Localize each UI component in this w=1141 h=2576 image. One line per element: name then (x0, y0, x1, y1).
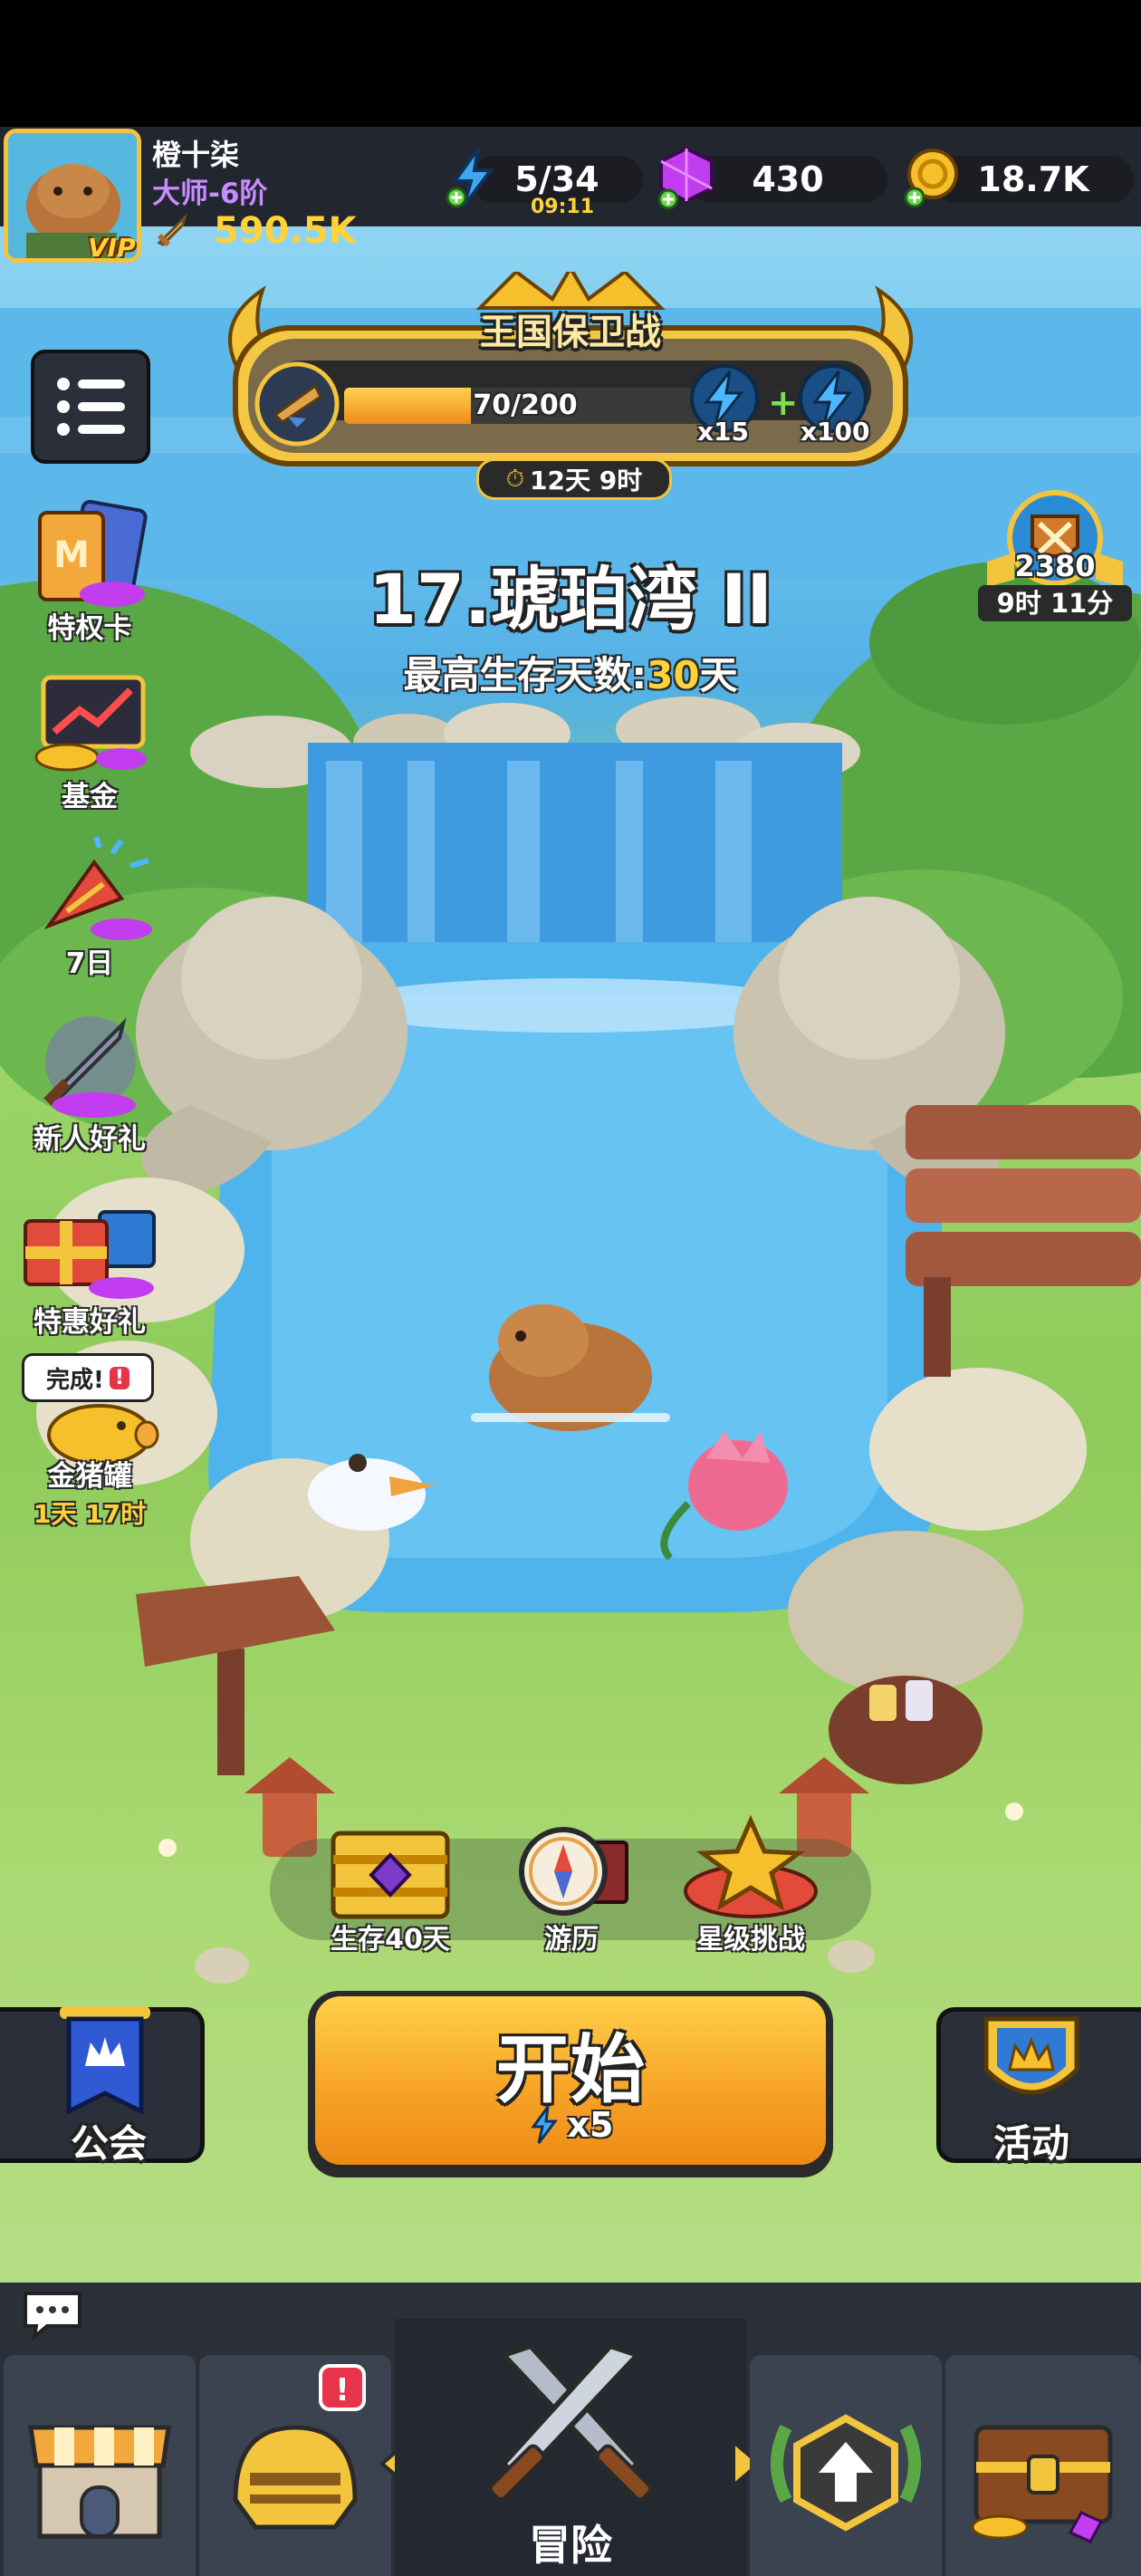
vip-badge: VIP (88, 233, 136, 263)
svg-text:M: M (53, 534, 90, 576)
nav-tab-treasure[interactable] (945, 2355, 1141, 2576)
sword-icon (152, 210, 192, 250)
status-strip (0, 0, 1141, 127)
stage-best-days: 最高生存天数:30天 (254, 645, 887, 700)
sidebar-item-privilege-card[interactable]: M 特权卡 (13, 499, 167, 645)
quick-action-travel[interactable]: 游历 (494, 1815, 648, 1960)
adventure-label: 冒险 (529, 2521, 612, 2570)
sidebar-item-label: 7日 (65, 947, 114, 980)
treasure-chest-icon (971, 2425, 1113, 2543)
event-progress-text: 70/200 (473, 389, 578, 421)
piggy-timer: 1天 17时 (33, 1499, 147, 1529)
fund-chart-icon (34, 675, 147, 772)
treasure-gate-icon (331, 1831, 450, 1919)
nav-tab-hero[interactable]: ! (199, 2355, 391, 2576)
start-button[interactable]: 开始 x5 (308, 1991, 833, 2177)
quick-action-label: 游历 (544, 1924, 599, 1956)
party-popper-icon (43, 836, 152, 940)
activity-button[interactable]: 活动 (936, 2007, 1141, 2166)
helmet-icon (233, 2425, 358, 2530)
quick-action-label: 星级挑战 (696, 1924, 805, 1956)
gift-box-icon (24, 1210, 156, 1299)
guild-label: 公会 (70, 2121, 147, 2166)
arena-score: 2380 (1014, 549, 1096, 583)
menu-button[interactable] (31, 350, 150, 464)
hero-alert-badge: ! (319, 2364, 366, 2411)
event-timer-pill: ⏱ 12天 9时 (476, 458, 672, 500)
crown-shield-icon (983, 2016, 1079, 2095)
list-icon (57, 378, 125, 436)
arena-timer: 9时 11分 (978, 585, 1132, 621)
star-crown-icon (684, 1814, 818, 1918)
gold-coin-icon[interactable] (902, 145, 965, 210)
start-cost: x5 (308, 2105, 833, 2145)
stage-title: 17.琥珀湾 II (369, 559, 772, 639)
arena-badge[interactable]: 2380 9时 11分 (978, 489, 1132, 625)
quick-action-star-challenge[interactable]: 星级挑战 (674, 1814, 828, 1960)
sidebar-item-piggy-bank[interactable]: 完成! ! 金猪罐 1天 17时 (13, 1350, 167, 1531)
reward-2-amount: x100 (801, 417, 870, 447)
activity-label: 活动 (992, 2121, 1069, 2166)
quick-action-survive[interactable]: 生存40天 (313, 1815, 467, 1960)
player-power: 590.5K (214, 210, 357, 252)
alert-icon: ! (109, 1366, 129, 1389)
energy-value: 5/34 (514, 159, 599, 199)
start-cost-value: x5 (567, 2105, 614, 2145)
chat-button[interactable] (20, 2286, 85, 2342)
event-title: 王国保卫战 (480, 312, 661, 353)
gem-icon[interactable] (656, 145, 719, 210)
reward-1-amount: x15 (697, 417, 750, 447)
energy-timer: 09:11 (531, 196, 595, 218)
dagger-gift-icon (43, 1016, 136, 1118)
event-timer: 12天 9时 (530, 466, 643, 495)
sidebar-item-newbie-gift[interactable]: 新人好礼 (13, 1011, 167, 1156)
privilege-card-icon: M (38, 499, 148, 607)
shop-icon (28, 2425, 171, 2539)
player-rank: 大师-6阶 (152, 178, 268, 210)
chat-bubble-icon (24, 2292, 82, 2342)
sidebar-item-label: 特权卡 (47, 612, 132, 645)
sidebar-item-label: 基金 (62, 781, 118, 813)
avatar[interactable]: VIP (4, 129, 141, 263)
piggy-badge-text: 完成! (46, 1366, 104, 1394)
gold-value: 18.7K (977, 159, 1089, 199)
sidebar-item-label: 新人好礼 (34, 1123, 146, 1156)
stopwatch-icon: ⏱ (505, 465, 525, 493)
sidebar-item-label: 特惠好礼 (34, 1306, 146, 1339)
quick-action-label: 生存40天 (331, 1924, 450, 1956)
crossed-swords-icon (488, 2342, 653, 2502)
nav-tab-shop[interactable] (4, 2355, 196, 2576)
upgrade-arrow-icon (771, 2414, 921, 2532)
best-days-value: 30 (647, 653, 700, 697)
best-days-suffix: 天 (699, 653, 738, 697)
sidebar-item-7day[interactable]: 7日 (13, 835, 167, 980)
guild-button[interactable]: 公会 (0, 2006, 205, 2166)
guild-banner-icon (60, 2006, 150, 2116)
horn-icon (252, 359, 342, 449)
nav-tab-upgrade[interactable] (750, 2355, 942, 2576)
player-name: 橙十柒 (152, 138, 240, 172)
nav-tab-adventure[interactable]: 冒险 (395, 2319, 746, 2576)
event-banner[interactable]: 王国保卫战 70/200 x15 + x100 ⏱ 12天 9时 (208, 272, 933, 500)
sidebar-item-label: 金猪罐 (47, 1460, 132, 1493)
best-days-prefix: 最高生存天数: (403, 653, 647, 697)
energy-icon[interactable] (444, 145, 502, 210)
sidebar-item-special-gift[interactable]: 特惠好礼 (13, 1194, 167, 1339)
sidebar-item-fund[interactable]: 基金 (13, 668, 167, 813)
energy-icon (530, 2106, 558, 2144)
plus-icon: + (768, 382, 799, 424)
compass-icon (519, 1827, 628, 1916)
start-label: 开始 (495, 2027, 645, 2113)
gem-value: 430 (752, 159, 824, 199)
